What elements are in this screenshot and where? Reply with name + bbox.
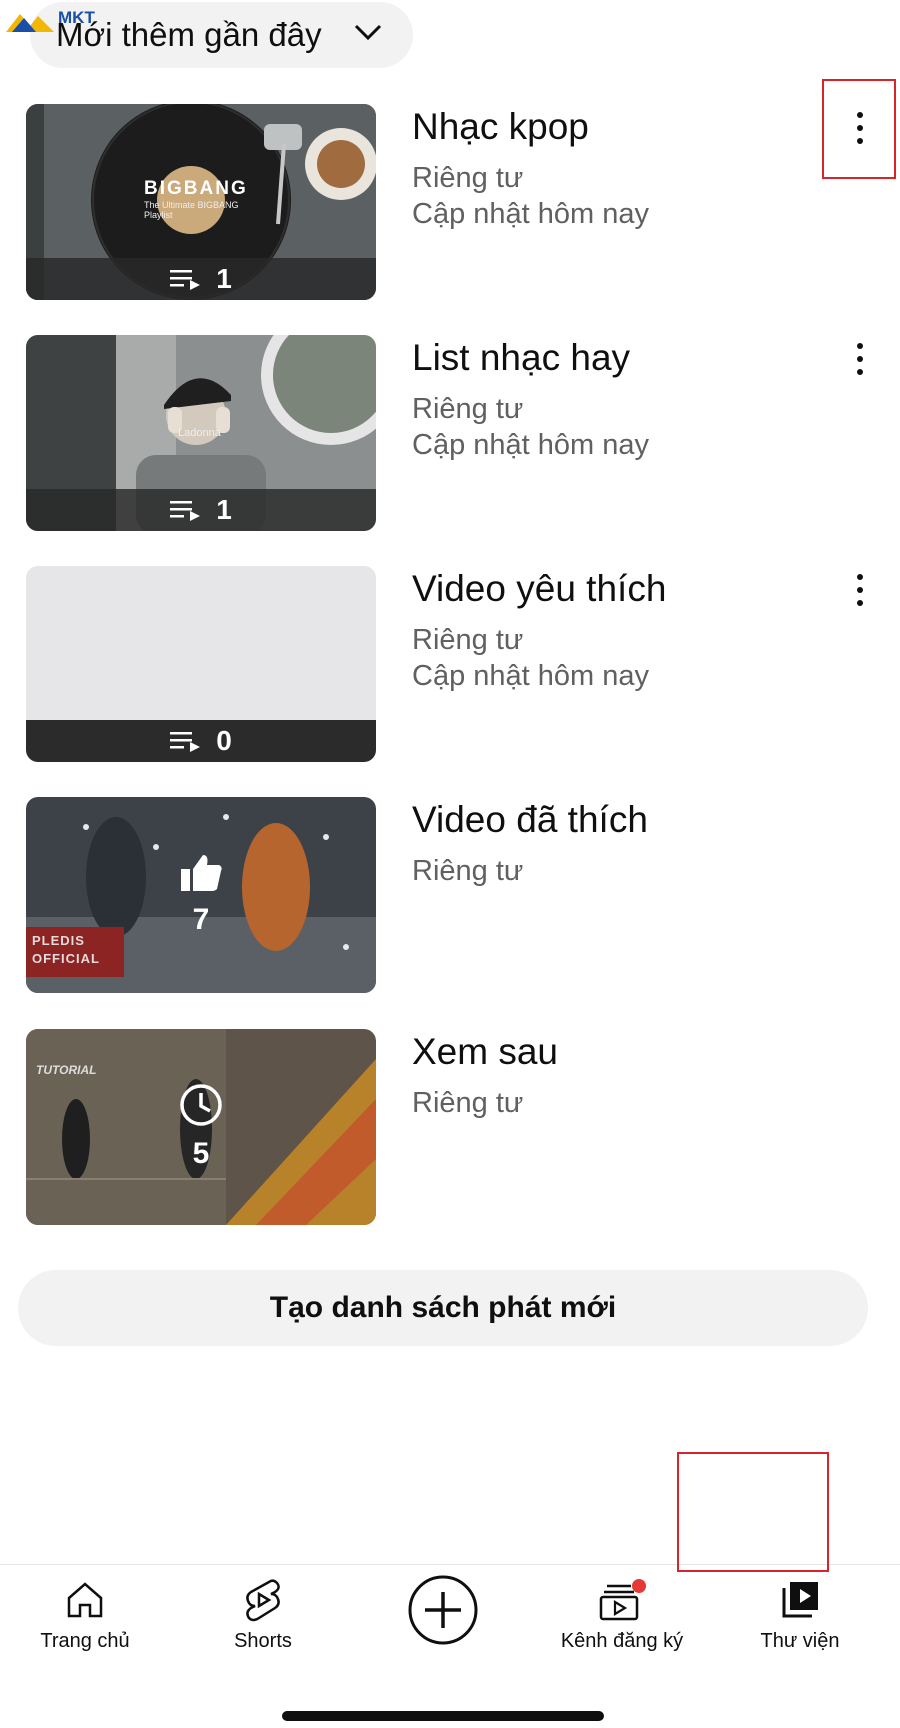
nav-create[interactable] xyxy=(353,1574,533,1646)
subscriptions-icon xyxy=(599,1579,646,1621)
notification-dot xyxy=(632,1579,646,1593)
shorts-icon xyxy=(246,1579,280,1622)
thumbs-up-icon xyxy=(181,855,222,891)
video-count: 1 xyxy=(216,263,232,294)
playlist-thumbnail-list-nhac-hay[interactable]: Ladonna 1 xyxy=(26,335,376,531)
create-plus-icon xyxy=(408,1575,478,1645)
playlist-title[interactable]: Video yêu thích xyxy=(412,568,666,610)
video-count: 1 xyxy=(216,494,232,525)
playlist-thumbnail-xem-sau[interactable]: TUTORIAL 5 xyxy=(26,1029,376,1225)
playlist-privacy: Riêng tư xyxy=(412,624,524,656)
brand-logo-text: MKT xyxy=(58,8,95,27)
playlist-title[interactable]: List nhạc hay xyxy=(412,337,630,379)
nav-subscriptions[interactable]: Kênh đăng ký xyxy=(532,1578,712,1653)
more-options-icon[interactable] xyxy=(848,574,872,614)
video-count-bar: 1 xyxy=(26,489,376,531)
nav-library-label: Thư viện xyxy=(760,1630,840,1652)
playlist-icon xyxy=(170,270,201,290)
nav-home[interactable]: Trang chủ xyxy=(0,1578,175,1653)
highlight-box xyxy=(677,1452,829,1572)
playlist-privacy: Riêng tư xyxy=(412,162,524,194)
nav-library[interactable]: Thư viện xyxy=(710,1578,890,1653)
playlist-icon xyxy=(170,732,201,752)
logo-mountain-icon xyxy=(6,14,54,32)
nav-shorts-label: Shorts xyxy=(234,1630,292,1652)
thumbnail-caption-text: Ladonna xyxy=(178,427,221,439)
more-options-icon[interactable] xyxy=(848,343,872,383)
playlist-icon xyxy=(170,501,201,521)
video-count-bar: 0 xyxy=(26,720,376,762)
nav-subscriptions-label: Kênh đăng ký xyxy=(560,1630,684,1652)
thumbnail-title-text: BIGBANG xyxy=(144,178,248,199)
create-playlist-button[interactable]: Tạo danh sách phát mới xyxy=(18,1270,868,1346)
playlist-privacy: Riêng tư xyxy=(412,393,524,425)
video-count-bar: 1 xyxy=(26,258,376,300)
chevron-down-icon xyxy=(354,24,382,41)
playlist-thumbnail-nhac-kpop[interactable]: BIGBANG The Ultimate BIGBANG Playlist 1 xyxy=(26,104,376,300)
clock-icon xyxy=(180,1084,222,1126)
playlist-title[interactable]: Xem sau xyxy=(412,1031,558,1073)
playlist-updated: Cập nhật hôm nay xyxy=(412,198,649,230)
highlight-box xyxy=(822,79,896,179)
playlist-privacy: Riêng tư xyxy=(412,855,524,887)
playlist-thumbnail-video-yeu-thich[interactable]: 0 xyxy=(26,566,376,762)
liked-overlay: 7 xyxy=(26,797,376,993)
library-icon xyxy=(782,1582,818,1618)
video-count: 7 xyxy=(192,903,210,936)
video-count: 0 xyxy=(216,725,232,756)
thumbnail-subtitle-text: The Ultimate BIGBANG Playlist xyxy=(144,200,239,220)
playlist-updated: Cập nhật hôm nay xyxy=(412,660,649,692)
brand-logo: MKT xyxy=(6,6,106,34)
playlist-title[interactable]: Nhạc kpop xyxy=(412,106,589,148)
playlist-updated: Cập nhật hôm nay xyxy=(412,429,649,461)
home-icon xyxy=(67,1582,103,1618)
nav-shorts[interactable]: Shorts xyxy=(173,1578,353,1653)
playlist-title[interactable]: Video đã thích xyxy=(412,799,648,841)
home-indicator-bar xyxy=(282,1711,604,1721)
watch-later-overlay: 5 xyxy=(26,1029,376,1225)
video-count: 5 xyxy=(192,1137,210,1170)
nav-home-label: Trang chủ xyxy=(40,1630,130,1652)
playlist-privacy: Riêng tư xyxy=(412,1087,524,1119)
playlist-thumbnail-video-da-thich[interactable]: PLEDIS OFFICIAL 7 xyxy=(26,797,376,993)
